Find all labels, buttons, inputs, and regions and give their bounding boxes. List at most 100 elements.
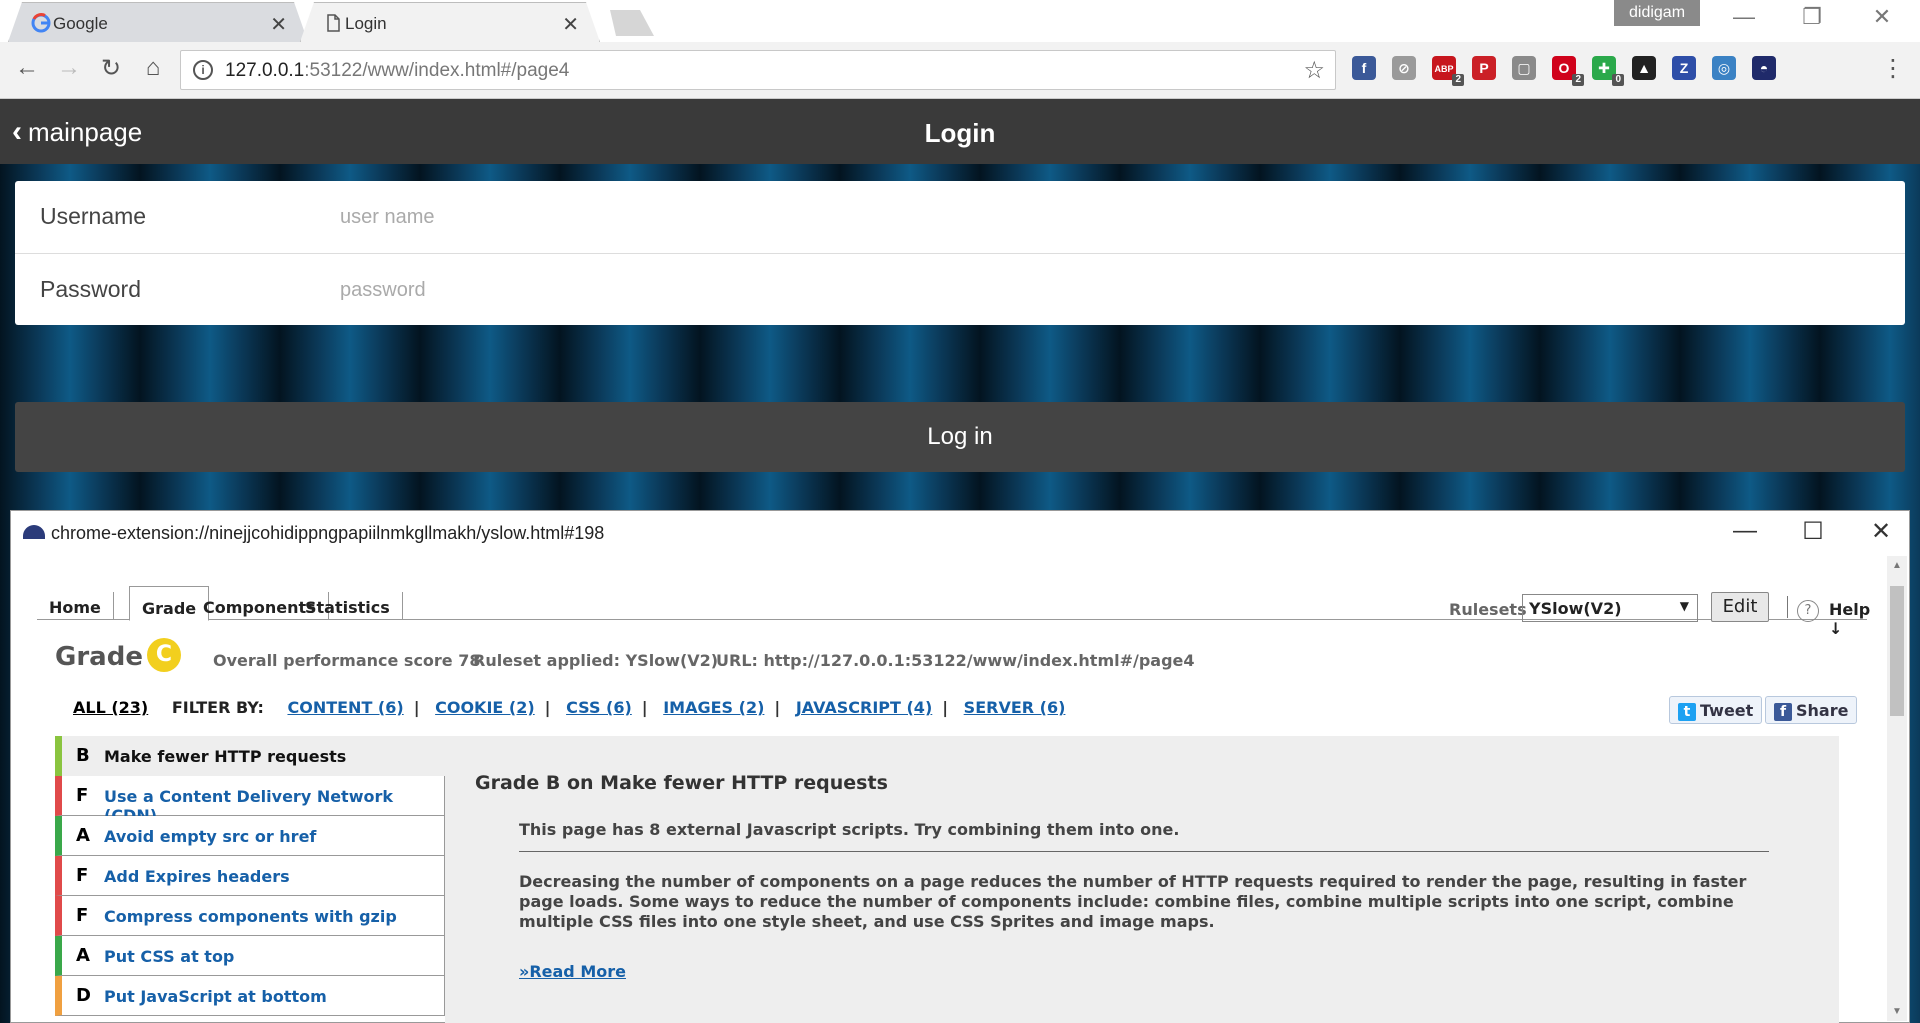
rule-grade: F bbox=[76, 905, 89, 926]
ruleset-applied: Ruleset applied: YSlow(V2) bbox=[473, 651, 719, 670]
overall-score: Overall performance score 78 bbox=[213, 651, 481, 670]
rule-item[interactable]: FUse a Content Delivery Network (CDN) bbox=[55, 776, 445, 825]
tweet-button[interactable]: t Tweet bbox=[1669, 696, 1763, 724]
blue-circle-ext-icon[interactable]: ◎ bbox=[1712, 56, 1736, 80]
close-tab-icon[interactable]: ✕ bbox=[562, 12, 579, 37]
tab-title: Google bbox=[53, 14, 108, 33]
tab-statistics[interactable]: Statistics bbox=[293, 592, 403, 620]
page-url: URL: http://127.0.0.1:53122/www/index.ht… bbox=[716, 651, 1195, 670]
popup-url: chrome-extension://ninejjcohidippngpapii… bbox=[51, 523, 605, 543]
page-title: Login bbox=[924, 118, 996, 148]
grey-ext-icon[interactable]: ▢ bbox=[1512, 56, 1536, 80]
rule-detail-panel: Grade B on Make fewer HTTP requests This… bbox=[445, 736, 1839, 1023]
username-input[interactable] bbox=[340, 197, 1840, 237]
filter-css[interactable]: CSS (6) bbox=[566, 698, 632, 717]
ruleset-select[interactable]: YSlow(V2) ▼ bbox=[1522, 594, 1698, 622]
divider bbox=[1787, 596, 1788, 618]
password-input[interactable] bbox=[340, 270, 1840, 310]
rule-title[interactable]: Avoid empty src or href bbox=[104, 827, 316, 846]
help-icon[interactable]: ? bbox=[1797, 600, 1819, 622]
scrollbar[interactable]: ▲ ▼ bbox=[1887, 556, 1907, 1021]
filter-all[interactable]: ALL (23) bbox=[73, 698, 148, 717]
yslow-ext-icon[interactable]: ◓ bbox=[1752, 56, 1776, 80]
tab-google[interactable]: Google ✕ bbox=[8, 2, 308, 42]
facebook-icon: f bbox=[1774, 703, 1792, 721]
close-window-icon[interactable]: ✕ bbox=[1854, 4, 1910, 30]
login-button[interactable]: Log in bbox=[15, 402, 1905, 472]
filter-server[interactable]: SERVER (6) bbox=[964, 698, 1066, 717]
bookmark-star-icon[interactable]: ☆ bbox=[1303, 56, 1325, 85]
extension-badge: 0 bbox=[1612, 74, 1624, 86]
rule-title[interactable]: Put JavaScript at bottom bbox=[104, 987, 327, 1006]
profile-name[interactable]: didigam bbox=[1614, 0, 1700, 26]
menu-dots-icon[interactable]: ⋮ bbox=[1876, 54, 1910, 83]
rules-list: B Make fewer HTTP requests F Use a Content … bbox=[55, 736, 445, 1016]
rule-grade: D bbox=[76, 985, 91, 1006]
password-label: Password bbox=[40, 276, 141, 302]
filter-content[interactable]: CONTENT (6) bbox=[287, 698, 403, 717]
yslow-content: Home Grade Components Statistics Ruleset… bbox=[25, 556, 1875, 1023]
rule-item[interactable]: F Compress components with gzip bbox=[55, 896, 445, 936]
rule-item[interactable]: F Add Expires headers bbox=[55, 856, 445, 896]
filter-bar: ALL (23) FILTER BY: CONTENT (6) | COOKIE … bbox=[73, 698, 1066, 717]
filter-cookie[interactable]: COOKIE (2) bbox=[435, 698, 535, 717]
close-icon[interactable]: ✕ bbox=[1853, 517, 1909, 546]
username-row: Username bbox=[15, 181, 1905, 253]
detail-description: Decreasing the number of components on a… bbox=[519, 872, 1747, 931]
extension-badge: 2 bbox=[1452, 74, 1464, 86]
adblock-ext-icon[interactable]: ABP 2 bbox=[1432, 56, 1464, 86]
rule-item[interactable]: A Avoid empty src or href bbox=[55, 816, 445, 856]
scrollbar-thumb[interactable] bbox=[1890, 586, 1904, 716]
home-icon[interactable]: ⌂ bbox=[136, 54, 170, 82]
pinterest-ext-icon[interactable]: P bbox=[1472, 56, 1496, 80]
divider bbox=[519, 851, 1769, 852]
close-tab-icon[interactable]: ✕ bbox=[270, 12, 287, 37]
scroll-down-icon[interactable]: ▼ bbox=[1892, 1006, 1902, 1017]
new-tab-button[interactable] bbox=[602, 10, 654, 36]
rule-title[interactable]: Compress components with gzip bbox=[104, 907, 397, 926]
grade-badge: C bbox=[147, 638, 181, 672]
rule-title: Make fewer HTTP requests bbox=[104, 747, 347, 766]
back-arrow-icon[interactable]: ← bbox=[10, 54, 44, 82]
twitter-icon: t bbox=[1678, 703, 1696, 721]
facebook-ext-icon[interactable]: f bbox=[1352, 56, 1376, 80]
read-more-link[interactable]: »Read More bbox=[519, 962, 626, 981]
filter-javascript[interactable]: JAVASCRIPT (4) bbox=[796, 698, 932, 717]
help-link[interactable]: Help ↓ bbox=[1829, 600, 1870, 638]
info-icon[interactable]: i bbox=[193, 60, 213, 80]
rule-grade: A bbox=[76, 825, 90, 846]
maximize-icon[interactable]: ☐ bbox=[1785, 517, 1841, 546]
filter-images[interactable]: IMAGES (2) bbox=[663, 698, 764, 717]
tab-home[interactable]: Home bbox=[37, 592, 114, 620]
dropdown-arrow-icon: ▼ bbox=[1679, 599, 1689, 613]
green-ext-icon[interactable]: ✚ 0 bbox=[1592, 56, 1624, 86]
rule-item[interactable]: D Put JavaScript at bottom bbox=[55, 976, 445, 1016]
address-bar[interactable]: i 127.0.0.1:53122/www/index.html#/page4 … bbox=[180, 50, 1336, 90]
url-text[interactable]: 127.0.0.1:53122/www/index.html#/page4 bbox=[225, 60, 569, 82]
restore-icon[interactable]: ❐ bbox=[1784, 4, 1840, 30]
share-button[interactable]: f Share bbox=[1765, 696, 1858, 724]
yslow-popup-window: chrome-extension://ninejjcohidippngpapii… bbox=[10, 510, 1910, 1023]
disabled-ext-icon[interactable]: ⊘ bbox=[1392, 56, 1416, 80]
reload-icon[interactable]: ↻ bbox=[94, 54, 128, 83]
browser-toolbar: ← → ↻ ⌂ i 127.0.0.1:53122/www/index.html… bbox=[0, 42, 1920, 99]
tab-login[interactable]: Login ✕ bbox=[300, 2, 600, 42]
filter-by-label: FILTER BY: bbox=[171, 698, 264, 717]
detail-title: Grade B on Make fewer HTTP requests bbox=[475, 772, 888, 794]
rule-title[interactable]: Add Expires headers bbox=[104, 867, 290, 886]
rule-item[interactable]: B Make fewer HTTP requests bbox=[55, 736, 445, 776]
rule-title[interactable]: Put CSS at top bbox=[104, 947, 234, 966]
minimize-icon[interactable]: — bbox=[1717, 517, 1773, 545]
google-icon bbox=[31, 13, 51, 33]
rule-grade: A bbox=[76, 945, 90, 966]
opera-ext-icon[interactable]: O2 bbox=[1552, 56, 1584, 86]
edit-button[interactable]: Edit bbox=[1711, 592, 1769, 622]
ruleset-value: YSlow(V2) bbox=[1529, 599, 1622, 618]
forward-arrow-icon[interactable]: → bbox=[52, 54, 86, 82]
z-ext-icon[interactable]: Z bbox=[1672, 56, 1696, 80]
rule-item[interactable]: A Put CSS at top bbox=[55, 936, 445, 976]
minimize-icon[interactable]: — bbox=[1716, 4, 1772, 30]
rocket-ext-icon[interactable]: ▲ bbox=[1632, 56, 1656, 80]
scroll-up-icon[interactable]: ▲ bbox=[1892, 560, 1902, 571]
tab-strip: Google ✕ Login ✕ didigam — ❐ ✕ bbox=[0, 0, 1920, 42]
